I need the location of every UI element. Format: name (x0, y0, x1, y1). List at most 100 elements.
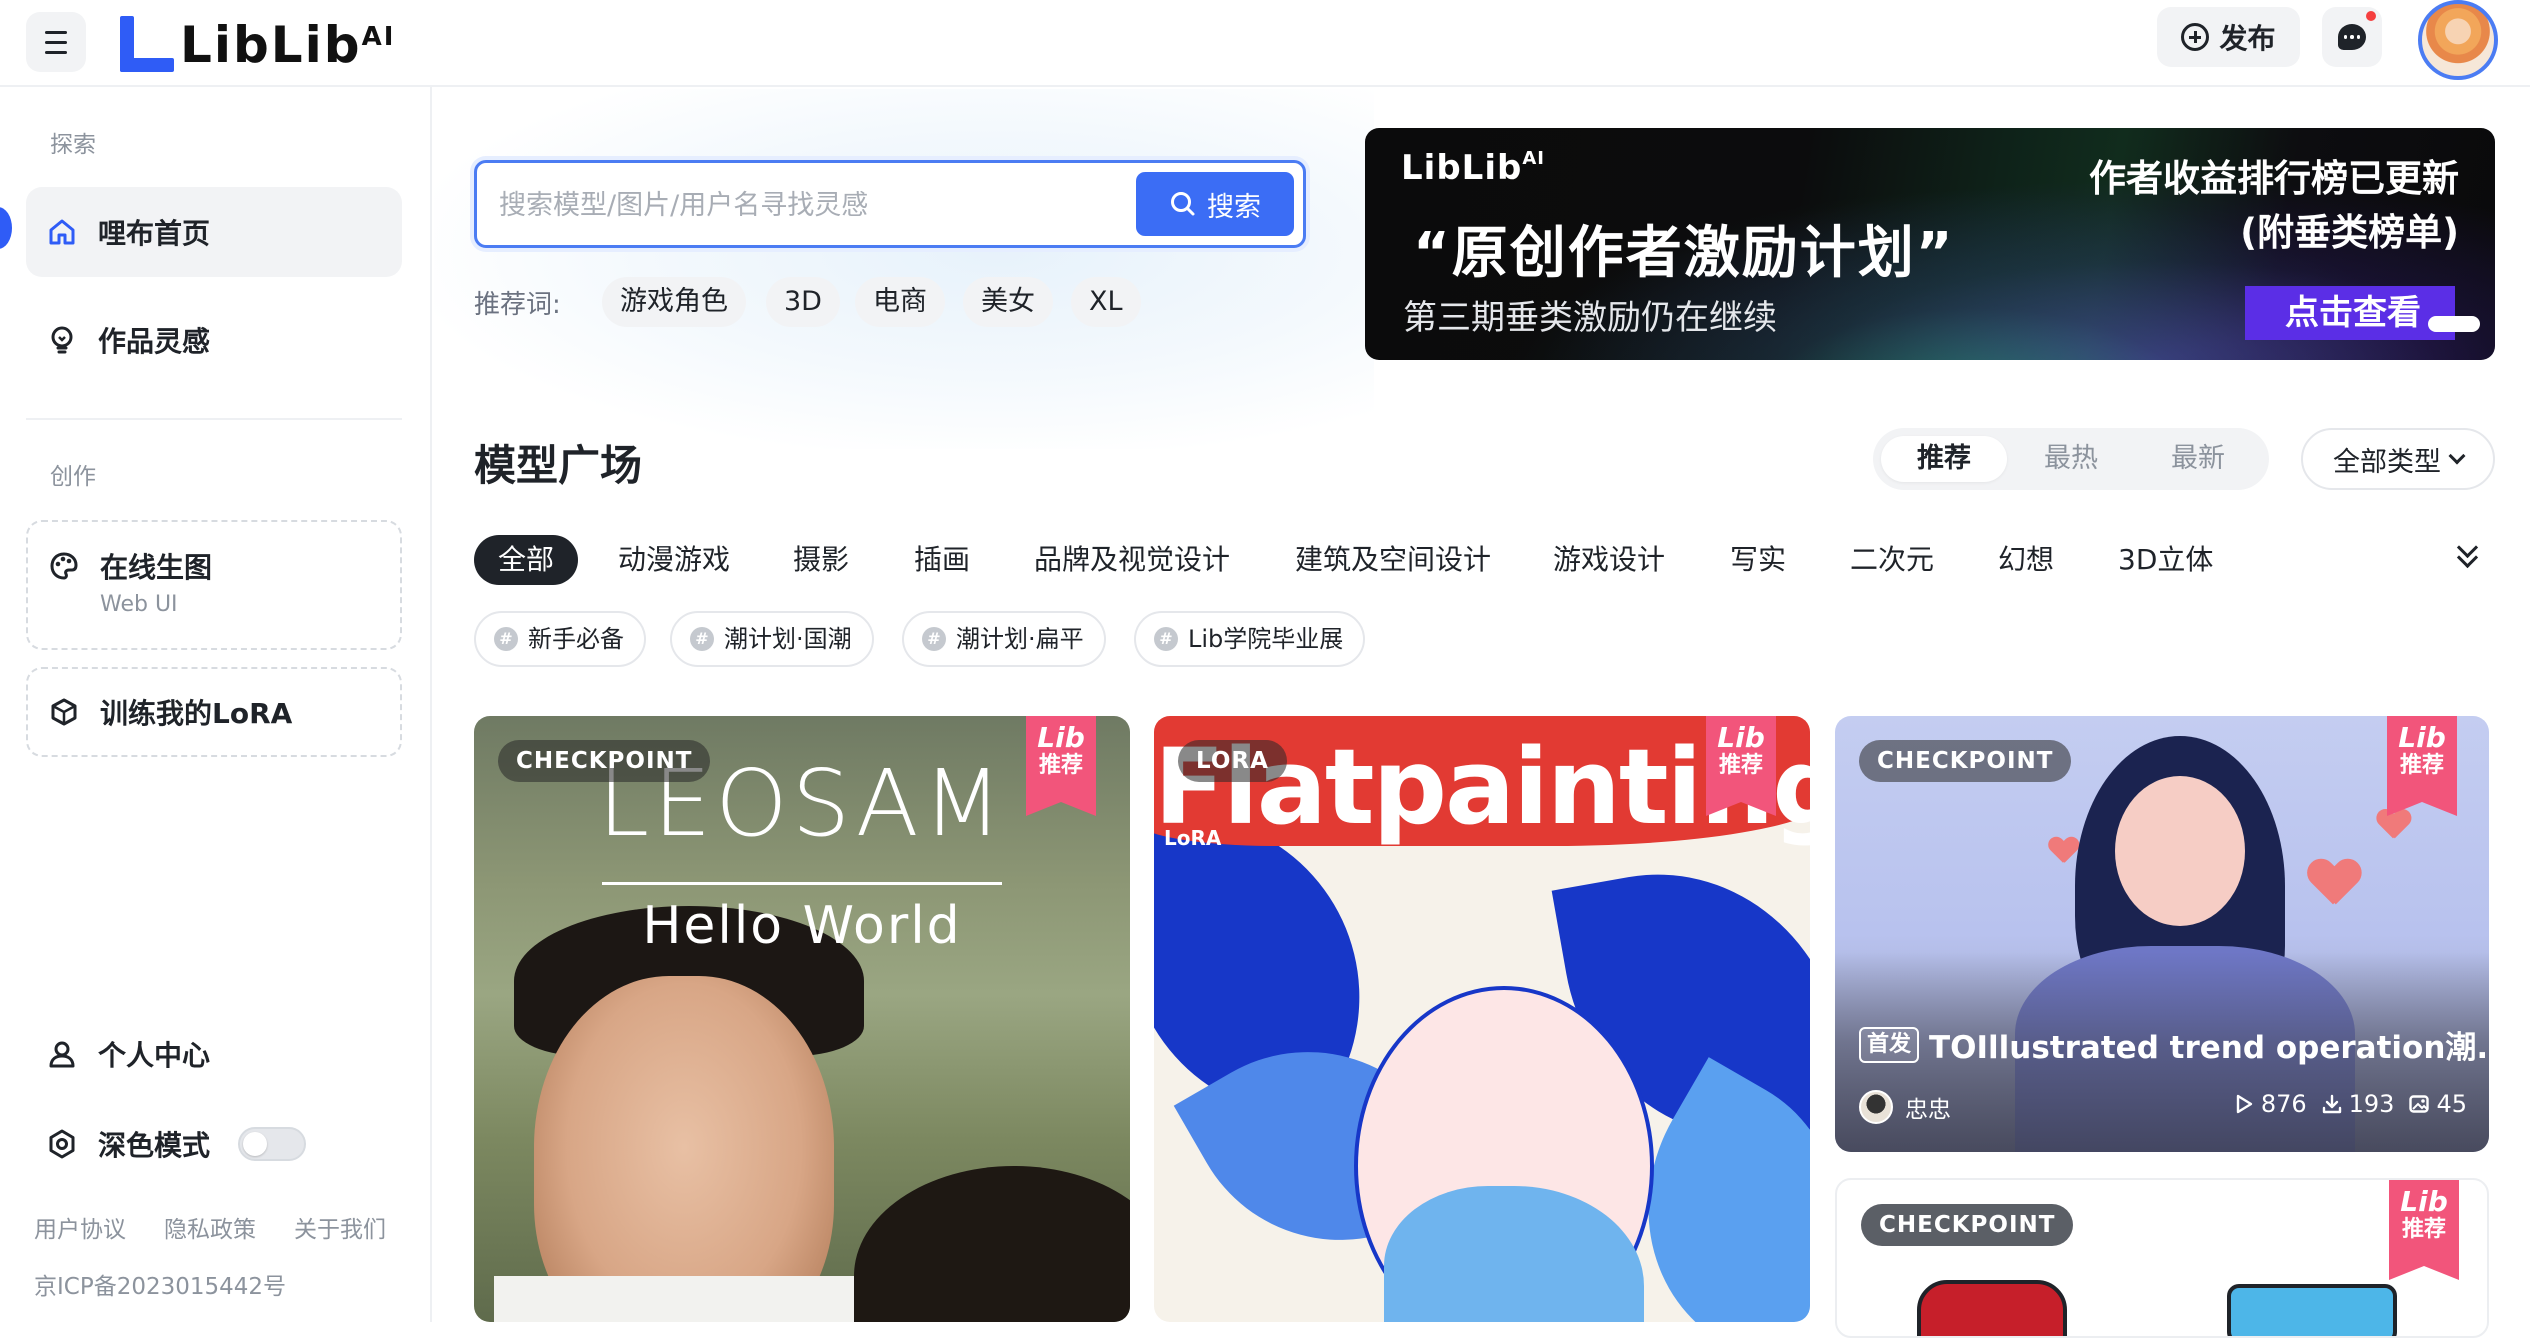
image-icon (2409, 1095, 2430, 1113)
sidebar-item-online-gen[interactable]: 在线生图 Web UI (26, 520, 402, 650)
publish-label: 发布 (2219, 22, 2276, 55)
model-card[interactable]: LEOSAM Hello World CHECKPOINT Lib 推荐 (474, 716, 1130, 1322)
sidebar-item-label: 训练我的LoRA (100, 697, 293, 730)
search-input[interactable] (499, 183, 1099, 227)
search-button[interactable]: 搜索 (1136, 172, 1294, 236)
sort-tab-recommend[interactable]: 推荐 (1881, 436, 2007, 482)
model-card-title: 首发 TOIllustrated trend operation潮... (1859, 1022, 2489, 1067)
menu-icon-line (45, 50, 67, 54)
category-tab[interactable]: 摄影 (793, 535, 849, 585)
footer-link-privacy[interactable]: 隐私政策 (164, 1210, 256, 1244)
card-image-subtitle: LoRA (1164, 826, 1222, 850)
play-icon (2236, 1094, 2253, 1114)
category-tab[interactable]: 写实 (1730, 535, 1786, 585)
banner-cta-button[interactable]: 点击查看 (2245, 286, 2455, 340)
menu-toggle-button[interactable] (26, 12, 86, 72)
topic-chip[interactable]: # Lib学院毕业展 (1134, 611, 1366, 667)
sidebar-item-home[interactable]: 哩布首页 (26, 187, 402, 277)
category-tab[interactable]: 游戏设计 (1553, 535, 1665, 585)
banner-logo: LibLibAI (1401, 148, 1545, 188)
sidebar-section-create: 创作 (50, 464, 96, 490)
topic-chip[interactable]: # 潮计划·扁平 (902, 611, 1106, 667)
heart-icon (2377, 810, 2409, 839)
banner-slide-indicator[interactable] (2428, 316, 2480, 332)
model-type-badge: CHECKPOINT (498, 740, 711, 782)
banner-headline-note: (附垂类榜单) (2240, 211, 2459, 254)
footer-link-terms[interactable]: 用户协议 (34, 1210, 126, 1244)
category-tab[interactable]: 动漫游戏 (618, 535, 730, 585)
card-image-detail (494, 1276, 874, 1322)
image-count: 45 (2408, 1090, 2467, 1118)
palette-icon (48, 550, 80, 582)
sidebar-item-label: 深色模式 (98, 1129, 211, 1162)
lightbulb-icon (46, 324, 78, 356)
recommend-label: 推荐词: (474, 290, 561, 320)
recommend-tag[interactable]: 电商 (855, 277, 945, 327)
messages-button[interactable] (2322, 7, 2382, 67)
category-tab[interactable]: 幻想 (1998, 535, 2054, 585)
search-button-label: 搜索 (1207, 191, 1261, 223)
logo-text: LibLibAI (180, 16, 396, 74)
model-card[interactable]: CHECKPOINT Lib 推荐 首发 TOIllustrated trend … (1835, 716, 2489, 1152)
model-stats: 876 193 45 (2233, 1090, 2467, 1118)
online-gen-text: 在线生图 Web UI (100, 546, 212, 617)
sidebar-item-inspiration[interactable]: 作品灵感 (26, 295, 402, 385)
recommend-tag[interactable]: 游戏角色 (602, 277, 746, 327)
download-count: 193 (2321, 1090, 2394, 1118)
sort-tab-hot[interactable]: 最热 (2008, 436, 2134, 482)
menu-icon-line (45, 40, 67, 44)
sidebar-item-train-lora[interactable]: 训练我的LoRA (26, 667, 402, 757)
card-image-detail (2227, 1284, 2397, 1336)
category-tab[interactable]: 建筑及空间设计 (1295, 535, 1491, 585)
expand-categories-icon[interactable] (2455, 540, 2479, 570)
banner-headline: 作者收益排行榜已更新 (2089, 157, 2459, 200)
sidebar-item-personal[interactable]: 个人中心 (26, 1009, 402, 1099)
recommend-tag[interactable]: XL (1071, 277, 1141, 327)
model-card[interactable]: CHECKPOINT Lib 推荐 (1835, 1178, 2489, 1338)
sort-tab-new[interactable]: 最新 (2135, 436, 2261, 482)
author-avatar (1859, 1090, 1893, 1124)
user-icon (46, 1038, 78, 1070)
liblib-logo[interactable]: LibLibAI (120, 12, 395, 72)
gear-icon (46, 1128, 78, 1160)
model-name: TOIllustrated trend operation潮... (1929, 1030, 2489, 1066)
heart-icon (2308, 860, 2358, 905)
type-select-dropdown[interactable]: 全部类型 (2301, 428, 2495, 490)
download-icon (2322, 1094, 2341, 1114)
first-release-badge: 首发 (1859, 1026, 1920, 1063)
model-author[interactable]: 忠忠 (1859, 1090, 1951, 1124)
category-tab[interactable]: 全部 (474, 535, 579, 585)
notification-dot (2366, 11, 2376, 21)
banner-subtitle: 第三期垂类激励仍在继续 (1403, 298, 1777, 338)
recommend-ribbon: Lib 推荐 (2389, 1180, 2459, 1280)
category-tab[interactable]: 品牌及视觉设计 (1034, 535, 1230, 585)
home-icon (46, 216, 78, 248)
active-indicator (0, 207, 12, 249)
chat-bubble-icon (2338, 24, 2366, 50)
footer-link-about[interactable]: 关于我们 (294, 1210, 386, 1244)
category-tab[interactable]: 插画 (914, 535, 970, 585)
promo-banner[interactable]: LibLibAI “原创作者激励计划” 第三期垂类激励仍在继续 作者收益排行榜已… (1365, 128, 2495, 360)
card-image-detail (854, 1166, 1130, 1322)
model-card[interactable]: Flatpainting LoRA LORA Lib 推荐 (1154, 716, 1810, 1322)
sidebar-item-dark-mode: 深色模式 (26, 1099, 402, 1189)
sort-tabs: 推荐 最热 最新 (1873, 428, 2269, 490)
model-type-badge: CHECKPOINT (1861, 1204, 2074, 1246)
author-name: 忠忠 (1905, 1097, 1951, 1123)
sidebar-section-explore: 探索 (50, 132, 96, 158)
topic-chip[interactable]: # 潮计划·国潮 (670, 611, 874, 667)
category-tab[interactable]: 3D立体 (2118, 535, 2213, 585)
model-type-badge: LORA (1178, 740, 1287, 782)
user-avatar[interactable] (2418, 0, 2498, 80)
recommend-tag[interactable]: 3D (766, 277, 840, 327)
card-image-rule (602, 882, 1002, 885)
category-tab[interactable]: 二次元 (1850, 535, 1934, 585)
card-image-detail (1917, 1280, 2067, 1336)
recommend-tag[interactable]: 美女 (963, 277, 1053, 327)
dark-mode-toggle[interactable] (238, 1127, 307, 1161)
publish-button[interactable]: 发布 (2157, 7, 2300, 67)
icp-number[interactable]: 京ICP备2023015442号 (34, 1267, 286, 1301)
search-box: 搜索 (474, 160, 1306, 248)
hashtag-icon: # (494, 627, 518, 651)
topic-chip[interactable]: # 新手必备 (474, 611, 646, 667)
